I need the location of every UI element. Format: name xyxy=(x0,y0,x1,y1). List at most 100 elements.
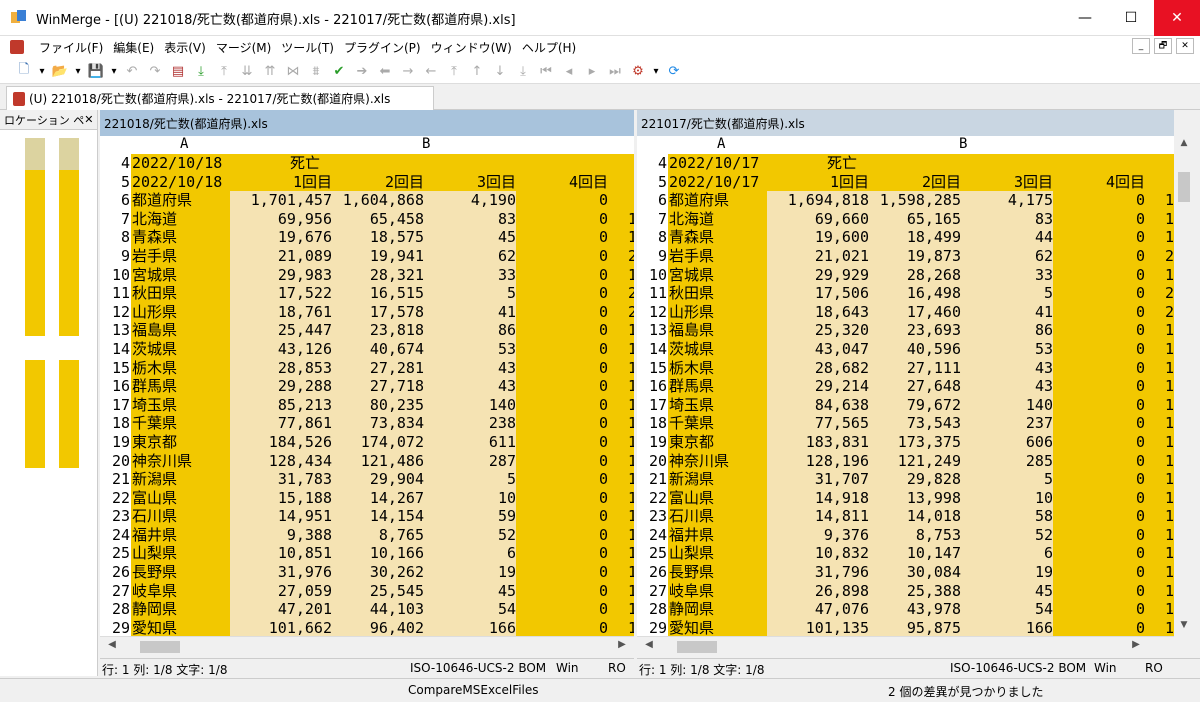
last-diff-icon[interactable]: ⤓ xyxy=(513,61,533,81)
table-row[interactable]: 17 埼玉県 84,638 79,672 140 0 1 xyxy=(637,395,1174,415)
table-row[interactable]: 12 山形県 18,761 17,578 41 0 2 xyxy=(100,302,634,322)
dropdown-icon[interactable]: ▾ xyxy=(37,61,47,81)
table-row[interactable]: 28 静岡県 47,201 44,103 54 0 1 xyxy=(100,600,634,619)
copy-down-icon[interactable]: ⤓ xyxy=(191,61,211,81)
copy-up-icon[interactable]: ⤒ xyxy=(214,61,234,81)
scroll-up-icon[interactable]: ▲ xyxy=(1176,138,1192,152)
right-horizontal-scrollbar[interactable]: ◀ ▶ xyxy=(637,636,1174,656)
table-row[interactable]: 8 青森県 19,676 18,575 45 0 1 xyxy=(100,228,634,247)
table-row[interactable]: 11 秋田県 17,522 16,515 5 0 2 xyxy=(100,284,634,303)
scroll-left-icon[interactable]: ◀ xyxy=(104,639,120,655)
mdi-minimize-button[interactable]: _ xyxy=(1132,38,1150,54)
table-row[interactable]: 21 新潟県 31,783 29,904 5 0 1 xyxy=(100,470,634,489)
goto-prev-icon[interactable]: ◂ xyxy=(559,61,579,81)
table-row[interactable]: 24 福井県 9,376 8,753 52 0 1 xyxy=(637,525,1174,545)
table-row[interactable]: 18 千葉県 77,565 73,543 237 0 1 xyxy=(637,414,1174,433)
left-compare-pane[interactable]: 221018/死亡数(都道府県).xls A B 4 2022/10/18 死亡 5 2… xyxy=(100,110,634,656)
table-row[interactable]: 19 東京都 184,526 174,072 611 0 1 xyxy=(100,432,634,452)
table-row[interactable]: 4 2022/10/17 死亡 xyxy=(637,154,1174,173)
left-horizontal-scroll-thumb[interactable] xyxy=(140,641,180,653)
mdi-close-button[interactable]: ✕ xyxy=(1176,38,1194,54)
table-row[interactable]: 18 千葉県 77,861 73,834 238 0 1 xyxy=(100,414,634,433)
menu-item-2[interactable]: 表示(V) xyxy=(159,39,211,56)
table-row[interactable]: 14 茨城県 43,047 40,596 53 0 1 xyxy=(637,339,1174,359)
arrow-right-dim-icon[interactable]: → xyxy=(398,61,418,81)
arrow-right-icon[interactable]: ➔ xyxy=(352,61,372,81)
vertical-scroll-thumb[interactable] xyxy=(1178,172,1190,202)
table-row[interactable]: 22 富山県 15,188 14,267 10 0 1 xyxy=(100,488,634,508)
table-row[interactable]: 15 栃木県 28,853 27,281 43 0 1 xyxy=(100,358,634,378)
location-bar-left[interactable] xyxy=(25,138,45,666)
table-row[interactable]: 24 福井県 9,388 8,765 52 0 1 xyxy=(100,525,634,545)
table-row[interactable]: 9 岩手県 21,089 19,941 62 0 2 xyxy=(100,246,634,266)
table-row[interactable]: 20 神奈川県 128,196 121,249 285 0 1 xyxy=(637,451,1174,471)
table-row[interactable]: 7 北海道 69,956 65,458 83 0 1 xyxy=(100,209,634,229)
menu-item-7[interactable]: ヘルプ(H) xyxy=(517,39,581,56)
dropdown-icon[interactable]: ▾ xyxy=(651,61,661,81)
table-row[interactable]: 22 富山県 14,918 13,998 10 0 1 xyxy=(637,488,1174,508)
table-row[interactable]: 6 都道府県 1,701,457 1,604,868 4,190 0 xyxy=(100,191,634,210)
new-icon[interactable]: 🗋 xyxy=(14,61,34,81)
vertical-scrollbar[interactable]: ▲ ▼ xyxy=(1174,136,1194,636)
table-row[interactable]: 26 長野県 31,976 30,262 19 0 1 xyxy=(100,563,634,582)
goto-next-icon[interactable]: ▸ xyxy=(582,61,602,81)
table-row[interactable]: 10 宮城県 29,929 28,268 33 0 1 xyxy=(637,265,1174,285)
menu-item-0[interactable]: ファイル(F) xyxy=(34,39,108,56)
tab-compare-document[interactable]: (U) 221018/死亡数(都道府県).xls - 221017/死亡数(都道… xyxy=(6,86,434,110)
refresh-icon[interactable]: ⟳ xyxy=(664,61,684,81)
table-row[interactable]: 21 新潟県 31,707 29,828 5 0 1 xyxy=(637,470,1174,489)
menu-item-5[interactable]: プラグイン(P) xyxy=(339,39,426,56)
scroll-right-icon[interactable]: ▶ xyxy=(1128,639,1144,655)
menu-item-4[interactable]: ツール(T) xyxy=(276,39,339,56)
location-bar-right[interactable] xyxy=(59,138,79,666)
table-row[interactable]: 5 2022/10/17 1回目 2回目 3回目 4回目 xyxy=(637,172,1174,192)
next-diff-icon[interactable]: ↓ xyxy=(490,61,510,81)
table-row[interactable]: 16 群馬県 29,214 27,648 43 0 1 xyxy=(637,377,1174,396)
table-row[interactable]: 15 栃木県 28,682 27,111 43 0 1 xyxy=(637,358,1174,378)
table-row[interactable]: 19 東京都 183,831 173,375 606 0 1 xyxy=(637,432,1174,452)
location-pane[interactable]: ロケーション ペ ✕ xyxy=(0,110,98,676)
document-menu-icon[interactable] xyxy=(10,40,24,54)
filmstrip-icon[interactable]: ▤ xyxy=(168,61,188,81)
save-icon[interactable]: 💾 xyxy=(86,61,106,81)
table-row[interactable]: 5 2022/10/18 1回目 2回目 3回目 4回目 xyxy=(100,172,634,192)
scroll-down-icon[interactable]: ▼ xyxy=(1176,620,1192,634)
copy-all-up-icon[interactable]: ⇈ xyxy=(260,61,280,81)
close-button[interactable]: ✕ xyxy=(1154,0,1200,36)
table-row[interactable]: 29 愛知県 101,135 95,875 166 0 1 xyxy=(637,618,1174,638)
table-row[interactable]: 29 愛知県 101,662 96,402 166 0 1 xyxy=(100,618,634,638)
prev-diff-icon[interactable]: ↑ xyxy=(467,61,487,81)
table-row[interactable]: 17 埼玉県 85,213 80,235 140 0 1 xyxy=(100,395,634,415)
table-row[interactable]: 10 宮城県 29,983 28,321 33 0 1 xyxy=(100,265,634,285)
merge-green-icon[interactable]: ✔ xyxy=(329,61,349,81)
scroll-right-icon[interactable]: ▶ xyxy=(614,639,630,655)
open-folder-icon[interactable]: 📂 xyxy=(50,61,70,81)
dropdown-icon[interactable]: ▾ xyxy=(73,61,83,81)
menu-item-1[interactable]: 編集(E) xyxy=(108,39,159,56)
table-row[interactable]: 6 都道府県 1,694,818 1,598,285 4,175 0 1 xyxy=(637,191,1174,210)
mdi-restore-button[interactable]: 🗗 xyxy=(1154,38,1172,54)
arrow-left-dim-icon[interactable]: ← xyxy=(421,61,441,81)
arrow-left-icon[interactable]: ⬅ xyxy=(375,61,395,81)
dropdown-icon[interactable]: ▾ xyxy=(109,61,119,81)
maximize-button[interactable]: ☐ xyxy=(1108,0,1154,36)
table-row[interactable]: 11 秋田県 17,506 16,498 5 0 2 xyxy=(637,284,1174,303)
table-row[interactable]: 14 茨城県 43,126 40,674 53 0 1 xyxy=(100,339,634,359)
table-row[interactable]: 13 福島県 25,447 23,818 86 0 1 xyxy=(100,321,634,340)
table-row[interactable]: 26 長野県 31,796 30,084 19 0 1 xyxy=(637,563,1174,582)
right-compare-pane[interactable]: 221017/死亡数(都道府県).xls A B 4 2022/10/17 死亡 5 2… xyxy=(637,110,1174,656)
copy-all-down-icon[interactable]: ⇊ xyxy=(237,61,257,81)
table-row[interactable]: 27 岐阜県 27,059 25,545 45 0 1 xyxy=(100,581,634,601)
menu-item-3[interactable]: マージ(M) xyxy=(211,39,276,56)
right-horizontal-scroll-thumb[interactable] xyxy=(677,641,717,653)
left-horizontal-scrollbar[interactable]: ◀ ▶ xyxy=(100,636,634,656)
undo-icon[interactable]: ↶ xyxy=(122,61,142,81)
table-row[interactable]: 13 福島県 25,320 23,693 86 0 1 xyxy=(637,321,1174,340)
table-row[interactable]: 25 山梨県 10,851 10,166 6 0 1 xyxy=(100,544,634,564)
merge-all-icon[interactable]: ⩩ xyxy=(306,61,326,81)
goto-last-icon[interactable]: ⏭ xyxy=(605,61,625,81)
menu-item-6[interactable]: ウィンドウ(W) xyxy=(426,39,517,56)
merge-icon[interactable]: ⋈ xyxy=(283,61,303,81)
table-row[interactable]: 7 北海道 69,660 65,165 83 0 1 xyxy=(637,209,1174,229)
table-row[interactable]: 16 群馬県 29,288 27,718 43 0 1 xyxy=(100,377,634,396)
